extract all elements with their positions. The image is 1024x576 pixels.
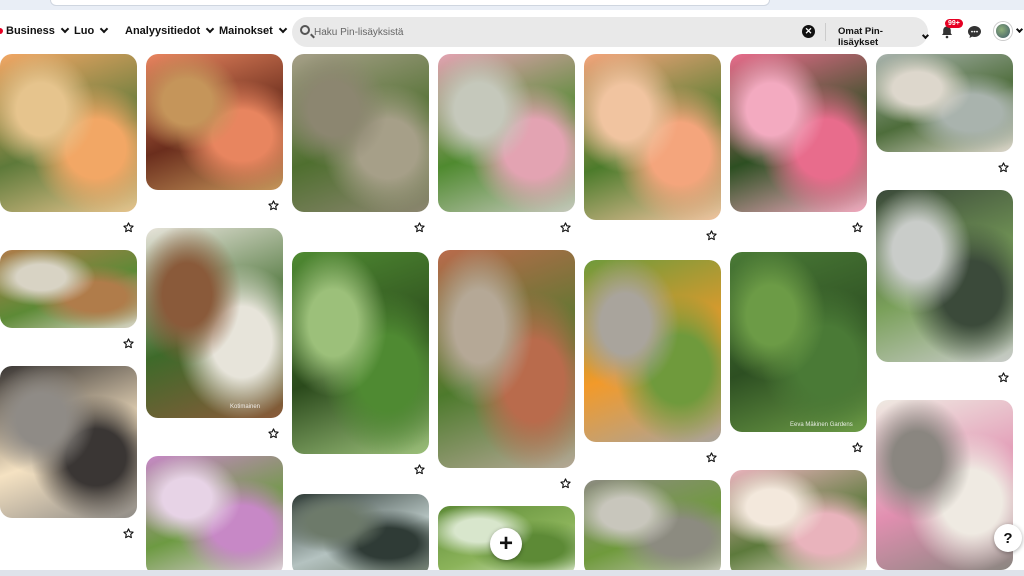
pin-pink-peonies[interactable] bbox=[730, 54, 867, 212]
search-scope-dropdown[interactable]: Omat Pin-lisäykset bbox=[838, 26, 930, 48]
pin-fern-border[interactable] bbox=[292, 252, 429, 454]
pin-pink-peony-bed[interactable] bbox=[438, 54, 575, 212]
nav-create[interactable]: Luo bbox=[74, 24, 109, 37]
chevron-down-icon bbox=[922, 32, 930, 39]
nav-analytics-label: Analyysitiedot bbox=[125, 25, 201, 37]
pin-wildflower-meadow[interactable] bbox=[146, 456, 283, 576]
save-star-icon[interactable] bbox=[852, 220, 863, 233]
save-star-icon[interactable] bbox=[560, 220, 571, 233]
pin-greenhouse-beds[interactable] bbox=[876, 54, 1013, 152]
pin-stepping-stones[interactable] bbox=[584, 480, 721, 576]
browser-tab-strip bbox=[0, 0, 1024, 10]
pin-conifer-garden[interactable] bbox=[730, 252, 867, 432]
save-star-icon[interactable] bbox=[123, 526, 134, 539]
nav-business-label: Business bbox=[6, 25, 55, 37]
create-pin-button[interactable]: + bbox=[490, 528, 522, 560]
save-star-icon[interactable] bbox=[414, 220, 425, 233]
profile-avatar[interactable] bbox=[994, 22, 1012, 40]
save-star-icon[interactable] bbox=[414, 462, 425, 475]
save-star-icon[interactable] bbox=[560, 476, 571, 489]
nav-business[interactable]: Business bbox=[6, 24, 70, 37]
chat-icon[interactable] bbox=[967, 25, 982, 39]
nav-ads-label: Mainokset bbox=[219, 25, 273, 37]
notification-badge: 99+ bbox=[945, 19, 963, 28]
pinterest-logo-fragment[interactable] bbox=[0, 28, 3, 34]
browser-address-bar[interactable] bbox=[50, 0, 770, 6]
pin-watermark-conifer: Eeva Mäkinen Gardens bbox=[790, 422, 853, 428]
chevron-down-icon bbox=[205, 24, 215, 34]
pin-black-greenhouse[interactable] bbox=[876, 190, 1013, 362]
pin-stone-path-garden[interactable] bbox=[292, 54, 429, 212]
save-star-icon[interactable] bbox=[268, 198, 279, 211]
pin-fire-pit-lawn[interactable] bbox=[584, 260, 721, 442]
chevron-down-icon bbox=[278, 24, 288, 34]
pin-modern-house-garden[interactable] bbox=[292, 494, 429, 576]
save-star-icon[interactable] bbox=[998, 370, 1009, 383]
browser-taskbar bbox=[0, 570, 1024, 576]
search-icon bbox=[300, 25, 310, 35]
search-divider bbox=[825, 23, 826, 41]
pin-string-lights-patio[interactable] bbox=[0, 366, 137, 518]
save-star-icon[interactable] bbox=[998, 160, 1009, 173]
pin-white-pergola-roses[interactable] bbox=[876, 400, 1013, 570]
pin-coneflowers-closeup[interactable] bbox=[146, 54, 283, 190]
account-menu-chevron-icon[interactable] bbox=[1015, 25, 1024, 34]
chevron-down-icon bbox=[99, 24, 109, 34]
help-button[interactable]: ? bbox=[994, 524, 1022, 552]
save-star-icon[interactable] bbox=[852, 440, 863, 453]
chevron-down-icon bbox=[60, 24, 70, 34]
pin-window-cold-frame[interactable] bbox=[146, 228, 283, 418]
save-star-icon[interactable] bbox=[123, 220, 134, 233]
pin-raised-wooden-beds[interactable] bbox=[0, 250, 137, 328]
nav-ads[interactable]: Mainokset bbox=[219, 24, 288, 37]
search-scope-label: Omat Pin-lisäykset bbox=[838, 26, 883, 48]
search-input[interactable] bbox=[314, 23, 784, 41]
clear-search-button[interactable]: ✕ bbox=[802, 25, 815, 38]
save-star-icon[interactable] bbox=[706, 228, 717, 241]
pin-watermark-kotimainen: Kotimainen bbox=[230, 404, 261, 410]
save-star-icon[interactable] bbox=[706, 450, 717, 463]
pin-gravel-path-brick-wall[interactable] bbox=[438, 250, 575, 468]
search-bar: ✕ Omat Pin-lisäykset bbox=[292, 17, 930, 48]
pin-rose-arbor[interactable] bbox=[730, 470, 867, 576]
pin-orange-echinacea-field[interactable] bbox=[0, 54, 137, 212]
save-star-icon[interactable] bbox=[123, 336, 134, 349]
top-navigation-bar: Business Luo Analyysitiedot Mainokset ✕ … bbox=[0, 10, 1024, 54]
nav-create-label: Luo bbox=[74, 25, 95, 37]
save-star-icon[interactable] bbox=[268, 426, 279, 439]
pin-feed-grid: Kotimainen Eeva Mäkinen Gardens bbox=[0, 54, 1024, 576]
nav-analytics[interactable]: Analyysitiedot bbox=[125, 24, 215, 37]
pin-coral-peony[interactable] bbox=[584, 54, 721, 220]
